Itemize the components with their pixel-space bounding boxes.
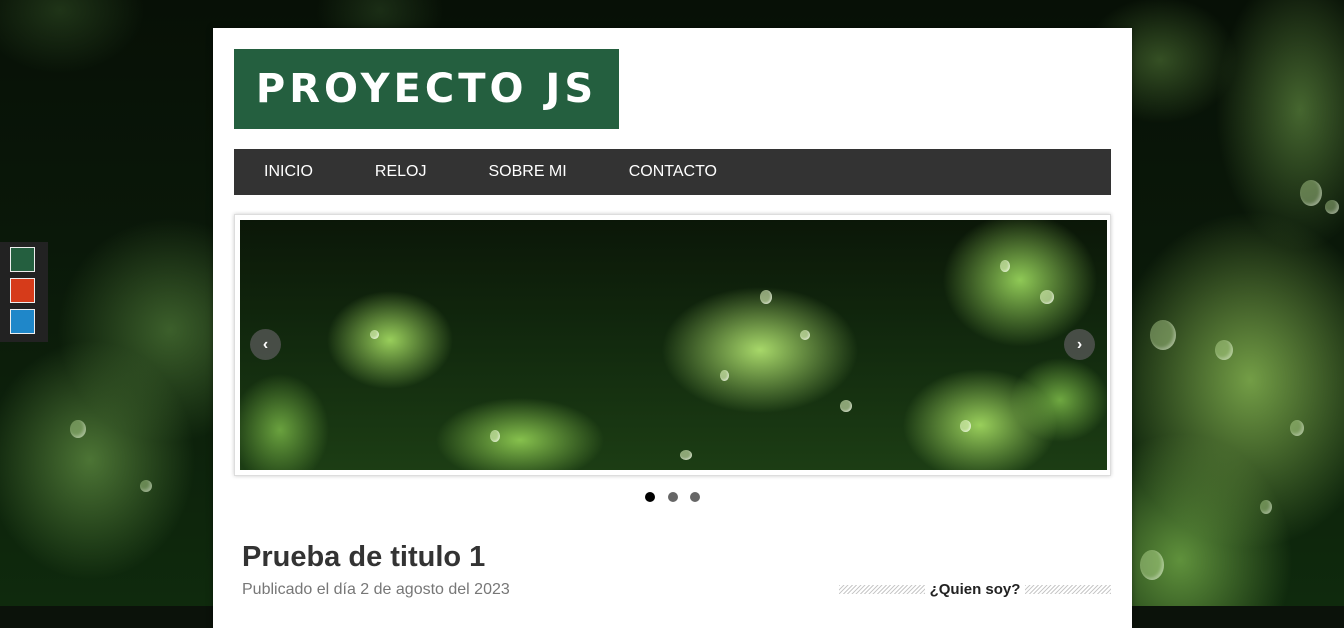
title-divider <box>839 584 925 594</box>
slider-prev-arrow[interactable]: ‹ <box>250 329 281 360</box>
slide-image <box>240 220 1107 470</box>
chevron-right-icon: › <box>1076 336 1083 353</box>
slider-next-arrow[interactable]: › <box>1064 329 1095 360</box>
slider-pagination <box>213 489 1132 507</box>
slider-dot-3[interactable] <box>689 492 700 502</box>
chevron-left-icon: ‹ <box>262 336 269 353</box>
widget-title-text: ¿Quien soy? <box>929 580 1021 598</box>
slider-dot-2[interactable] <box>667 492 678 502</box>
site-logo[interactable]: PROYECTO JS <box>234 49 619 129</box>
nav-item-inicio[interactable]: INICIO <box>234 163 345 181</box>
nav-item-reloj[interactable]: RELOJ <box>345 163 459 181</box>
post-title[interactable]: Prueba de titulo 1 <box>242 541 485 574</box>
image-slider: ‹ › <box>234 214 1111 476</box>
main-nav: INICIO RELOJ SOBRE MI CONTACTO <box>234 149 1111 195</box>
theme-swatch-green[interactable] <box>10 247 35 272</box>
theme-swatch-red[interactable] <box>10 278 35 303</box>
theme-switcher <box>0 242 48 342</box>
main-container: PROYECTO JS INICIO RELOJ SOBRE MI CONTAC… <box>213 28 1132 628</box>
slider-dot-1[interactable] <box>645 492 656 502</box>
post-date: Publicado el día 2 de agosto del 2023 <box>242 581 510 598</box>
title-divider <box>1025 584 1111 594</box>
sidebar-widget-title: ¿Quien soy? <box>839 579 1111 599</box>
nav-item-sobre-mi[interactable]: SOBRE MI <box>458 163 598 181</box>
theme-swatch-blue[interactable] <box>10 309 35 334</box>
nav-item-contacto[interactable]: CONTACTO <box>599 163 749 181</box>
